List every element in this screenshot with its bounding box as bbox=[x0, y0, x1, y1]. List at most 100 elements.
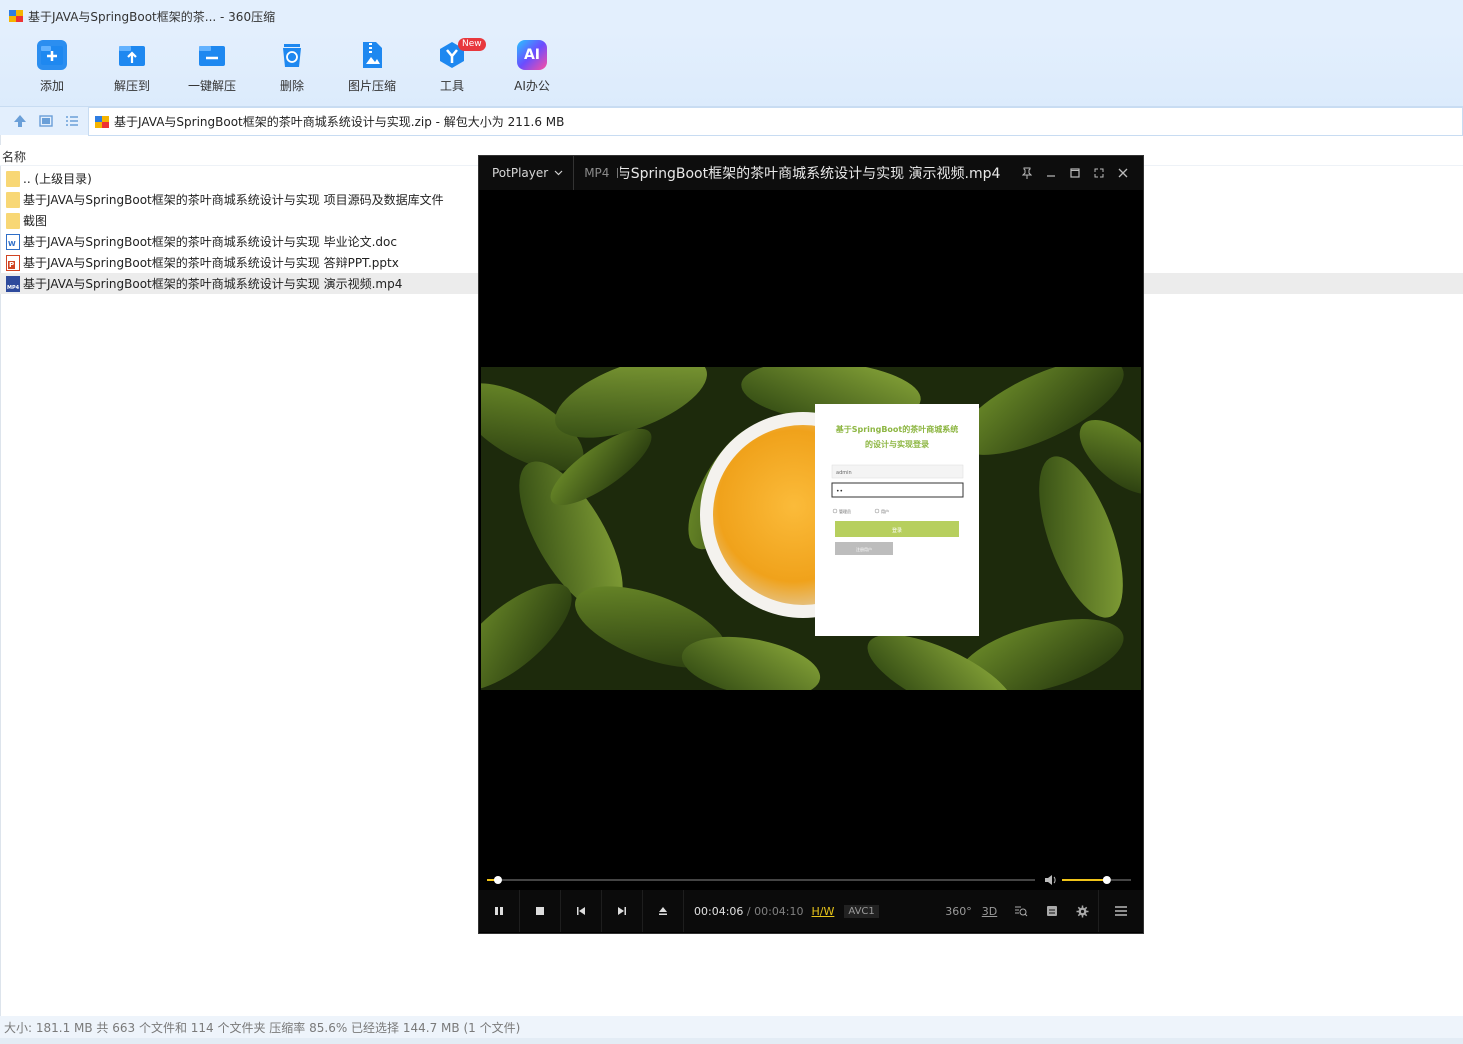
chevron-down-icon[interactable] bbox=[554, 170, 563, 176]
ai-glyph: AI bbox=[523, 47, 541, 63]
potplayer-menu[interactable]: PotPlayer bbox=[492, 166, 548, 180]
login-username: admin bbox=[836, 470, 852, 476]
status-text: 大小: 181.1 MB 共 663 个文件和 114 个文件夹 压缩率 85.… bbox=[4, 1020, 521, 1035]
delete-icon bbox=[277, 40, 307, 70]
format-label: MP4 bbox=[584, 166, 610, 180]
fullscreen-button[interactable] bbox=[1087, 161, 1111, 185]
status-bar: 大小: 181.1 MB 共 663 个文件和 114 个文件夹 压缩率 85.… bbox=[0, 1016, 1463, 1038]
one-click-extract-label: 一键解压 bbox=[187, 79, 236, 93]
register-button-text: 注册用户 bbox=[856, 546, 872, 552]
ai-office-button[interactable]: AI AI办公 bbox=[492, 40, 572, 94]
zip-app-icon bbox=[9, 10, 23, 22]
current-time: 00:04:06 bbox=[694, 904, 744, 918]
add-icon bbox=[37, 40, 67, 70]
subtitle-icon bbox=[1046, 906, 1057, 916]
fullscreen-icon bbox=[1094, 168, 1104, 178]
address-path: 基于JAVA与SpringBoot框架的茶叶商城系统设计与实现.zip - 解包… bbox=[114, 115, 565, 129]
pin-icon bbox=[1022, 167, 1032, 179]
potplayer-titlebar[interactable]: PotPlayer MP4 基于JAVA与SpringBoot框架的茶叶商城系统… bbox=[479, 156, 1143, 190]
login-radio-user: 用户 bbox=[881, 508, 889, 514]
maximize-button[interactable] bbox=[1063, 161, 1087, 185]
login-password: •• bbox=[836, 488, 843, 495]
menu-button[interactable] bbox=[1098, 890, 1143, 932]
vr-360-button[interactable]: 360° bbox=[943, 890, 974, 932]
close-button[interactable] bbox=[1111, 161, 1135, 185]
up-dir-button[interactable] bbox=[8, 109, 32, 133]
column-name-header[interactable]: 名称 bbox=[2, 148, 26, 165]
eject-button[interactable] bbox=[643, 890, 684, 932]
ai-office-icon: AI bbox=[517, 40, 547, 70]
main-toolbar: 添加 解压到 一键解压 删除 图片压缩 New 工具 AI AI办公 bbox=[0, 32, 1463, 107]
login-button-text: 登录 bbox=[892, 527, 902, 534]
maximize-icon bbox=[1070, 168, 1080, 178]
ai-office-label: AI办公 bbox=[514, 79, 550, 93]
codec-badge[interactable]: AVC1 bbox=[844, 904, 879, 918]
word-doc-icon: W bbox=[6, 233, 20, 250]
hw-decoder-badge[interactable]: H/W bbox=[812, 905, 835, 918]
playlist-search-icon bbox=[1014, 906, 1027, 917]
list-view-button[interactable] bbox=[60, 109, 84, 133]
address-bar[interactable]: 基于JAVA与SpringBoot框架的茶叶商城系统设计与实现.zip - 解包… bbox=[88, 107, 1463, 136]
vr-360-icon: 360° bbox=[945, 904, 972, 918]
playlist-search-button[interactable] bbox=[1005, 890, 1036, 932]
login-title-line1: 基于SpringBoot的茶叶商城系统 bbox=[835, 424, 959, 434]
list-view-icon bbox=[66, 116, 78, 126]
folder-icon bbox=[6, 170, 20, 187]
previous-icon bbox=[577, 907, 585, 915]
volume-icon bbox=[1045, 875, 1056, 885]
total-time: 00:04:10 bbox=[754, 904, 804, 918]
image-compress-button[interactable]: 图片压缩 bbox=[332, 40, 412, 94]
previous-button[interactable] bbox=[561, 890, 602, 932]
seek-bar-graphic bbox=[487, 875, 1131, 885]
delete-button[interactable]: 删除 bbox=[252, 40, 332, 94]
next-icon bbox=[618, 907, 626, 915]
thumbnail-view-button[interactable] bbox=[34, 109, 58, 133]
seek-bar[interactable] bbox=[479, 870, 1143, 890]
login-title-line2: 的设计与实现登录 bbox=[865, 439, 929, 449]
video-frame[interactable]: 基于SpringBoot的茶叶商城系统 的设计与实现登录 admin •• 管理… bbox=[481, 367, 1141, 690]
video-file-title: 基于JAVA与SpringBoot框架的茶叶商城系统设计与实现 演示视频.mp4 bbox=[620, 166, 1001, 182]
playback-controls: 00:04:06 / 00:04:10 H/W AVC1 360° 3D bbox=[479, 890, 1143, 932]
minimize-button[interactable] bbox=[1039, 161, 1063, 185]
folder-icon bbox=[6, 191, 20, 208]
pin-button[interactable] bbox=[1015, 161, 1039, 185]
divider bbox=[617, 168, 619, 178]
gear-icon bbox=[1076, 905, 1089, 917]
file-name: 基于JAVA与SpringBoot框架的茶叶商城系统设计与实现 演示视频.mp4 bbox=[23, 277, 403, 291]
thumbnail-view-icon bbox=[39, 115, 53, 127]
up-arrow-icon bbox=[14, 115, 26, 127]
bottom-strip bbox=[0, 1038, 1463, 1044]
eject-icon bbox=[659, 907, 667, 915]
window-title: 基于JAVA与SpringBoot框架的茶... - 360压缩 bbox=[28, 9, 276, 24]
add-button[interactable]: 添加 bbox=[12, 40, 92, 94]
minimize-icon bbox=[1047, 175, 1055, 177]
extract-to-icon bbox=[117, 40, 147, 70]
image-compress-label: 图片压缩 bbox=[347, 79, 396, 93]
add-label: 添加 bbox=[39, 79, 64, 93]
file-name: 基于JAVA与SpringBoot框架的茶叶商城系统设计与实现 答辩PPT.pp… bbox=[23, 256, 399, 270]
pause-button[interactable] bbox=[479, 890, 520, 932]
zip-file-icon bbox=[95, 115, 109, 128]
time-separator: / bbox=[743, 904, 755, 918]
extract-to-button[interactable]: 解压到 bbox=[92, 40, 172, 94]
file-name: .. (上级目录) bbox=[23, 172, 92, 186]
powerpoint-icon: P bbox=[6, 254, 20, 271]
potplayer-window[interactable]: PotPlayer MP4 基于JAVA与SpringBoot框架的茶叶商城系统… bbox=[478, 155, 1144, 934]
one-click-extract-icon bbox=[197, 40, 227, 70]
image-compress-icon bbox=[357, 40, 387, 70]
file-name: 截图 bbox=[23, 214, 48, 228]
tools-button[interactable]: New 工具 bbox=[412, 38, 492, 94]
3d-button[interactable]: 3D bbox=[974, 890, 1005, 932]
one-click-extract-button[interactable]: 一键解压 bbox=[172, 40, 252, 94]
close-icon bbox=[1118, 168, 1128, 178]
tools-label: 工具 bbox=[439, 79, 464, 93]
video-file-icon: MP4 bbox=[6, 275, 20, 292]
pause-icon bbox=[495, 907, 503, 915]
new-badge: New bbox=[458, 38, 486, 51]
stop-button[interactable] bbox=[520, 890, 561, 932]
subtitle-button[interactable] bbox=[1036, 890, 1067, 932]
folder-icon bbox=[6, 212, 20, 229]
next-button[interactable] bbox=[602, 890, 643, 932]
settings-button[interactable] bbox=[1067, 890, 1098, 932]
window-titlebar: 基于JAVA与SpringBoot框架的茶... - 360压缩 bbox=[0, 0, 1463, 32]
